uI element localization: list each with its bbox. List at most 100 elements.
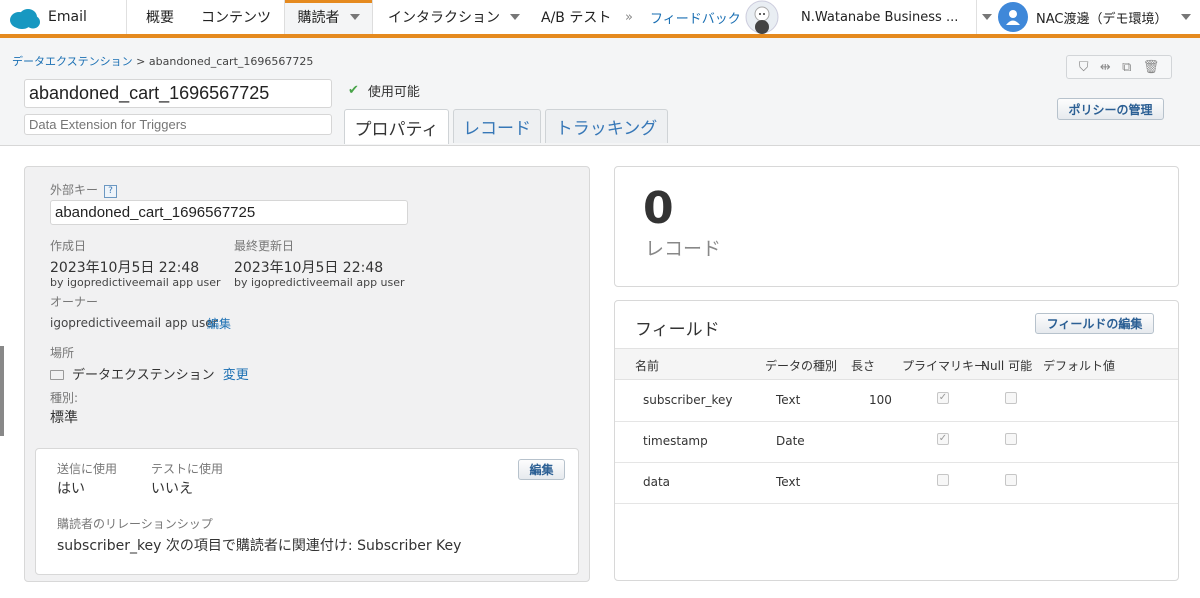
- business-unit-selector[interactable]: N.Watanabe Business ...: [801, 0, 993, 34]
- testable-value: いいえ: [151, 481, 193, 497]
- column-header-default[interactable]: デフォルト値: [1043, 357, 1115, 374]
- usage-edit-button[interactable]: 編集: [518, 459, 565, 480]
- type-label: 種別:: [50, 391, 79, 405]
- salesforce-logo-icon[interactable]: [8, 8, 41, 30]
- user-name: NAC渡邊（デモ環境）: [1036, 11, 1168, 27]
- relationship-value: subscriber_key 次の項目で購読者に関連付け: Subscriber…: [57, 538, 462, 554]
- external-key-input[interactable]: [50, 200, 408, 225]
- breadcrumb-separator: >: [136, 55, 149, 68]
- location-label: 場所: [50, 346, 75, 360]
- tab-tracking[interactable]: トラッキング: [545, 109, 668, 143]
- owner-edit-link[interactable]: 編集: [207, 315, 231, 332]
- nav-interactions[interactable]: インタラクション: [388, 0, 520, 34]
- testable-label: テストに使用: [151, 462, 224, 476]
- field-type: Text: [776, 393, 801, 407]
- breadcrumb: データエクステンション > abandoned_cart_1696567725: [12, 53, 313, 69]
- nav-overview[interactable]: 概要: [146, 0, 174, 34]
- external-key-label: 外部キー?: [50, 181, 118, 198]
- chevron-down-icon: [349, 14, 360, 20]
- sendable-value: はい: [57, 481, 85, 497]
- status-indicator: ✔ 使用可能: [348, 81, 420, 100]
- chevron-down-icon: [510, 14, 520, 20]
- fields-title: フィールド: [635, 320, 720, 340]
- nullable-checkbox[interactable]: [1005, 433, 1017, 445]
- manage-policy-button[interactable]: ポリシーの管理: [1057, 98, 1164, 120]
- toolbar: ⛉ ⇹ ⧉ 🗑: [1066, 55, 1172, 79]
- breadcrumb-current: abandoned_cart_1696567725: [148, 55, 314, 68]
- einstein-avatar-icon: [745, 0, 779, 34]
- external-key-label-text: 外部キー: [50, 183, 99, 197]
- created-label: 作成日: [50, 239, 87, 253]
- nav-subscribers-label: 購読者: [297, 10, 340, 26]
- nav-content[interactable]: コンテンツ: [201, 0, 271, 34]
- modified-value: 2023年10月5日 22:48: [234, 260, 384, 276]
- usage-card: 送信に使用 はい テストに使用 いいえ 編集 購読者のリレーションシップ sub…: [35, 448, 579, 575]
- description-input[interactable]: [24, 114, 332, 135]
- table-row[interactable]: subscriber_key Text 100 ✓: [615, 381, 1178, 422]
- top-navigation: Email 概要 コンテンツ 購読者 インタラクション A/B テスト » フィ…: [0, 0, 1200, 38]
- field-type: Date: [776, 434, 805, 448]
- column-header-length[interactable]: 長さ: [851, 357, 875, 374]
- check-icon: ✔: [348, 83, 359, 98]
- nav-interactions-label: インタラクション: [388, 10, 500, 26]
- fields-panel: フィールド フィールドの編集 名前 データの種別 長さ プライマリキー Null…: [614, 300, 1179, 581]
- column-header-primary[interactable]: プライマリキー: [902, 357, 986, 374]
- fields-table-header: 名前 データの種別 長さ プライマリキー Null 可能 デフォルト値: [615, 348, 1178, 380]
- column-header-type[interactable]: データの種別: [765, 357, 837, 374]
- app-name[interactable]: Email: [48, 0, 87, 34]
- edit-fields-button[interactable]: フィールドの編集: [1035, 313, 1154, 334]
- field-name: timestamp: [643, 434, 708, 448]
- copy-icon[interactable]: ⧉: [1122, 60, 1131, 75]
- nullable-checkbox[interactable]: [1005, 474, 1017, 486]
- table-row[interactable]: timestamp Date ✓: [615, 422, 1178, 463]
- user-avatar-icon: [998, 2, 1028, 32]
- nav-subscribers[interactable]: 購読者: [284, 0, 373, 34]
- location-value: データエクステンション: [72, 368, 215, 383]
- field-length: 100: [869, 393, 892, 407]
- primary-key-checkbox[interactable]: ✓: [937, 392, 949, 404]
- data-extension-name-input[interactable]: [24, 79, 332, 108]
- created-by: by igopredictiveemail app user: [50, 276, 221, 289]
- created-value: 2023年10月5日 22:48: [50, 260, 200, 276]
- owner-label: オーナー: [50, 295, 99, 309]
- scrollbar[interactable]: [0, 346, 4, 436]
- user-menu[interactable]: NAC渡邊（デモ環境）: [998, 0, 1192, 34]
- field-type: Text: [776, 475, 801, 489]
- tab-properties[interactable]: プロパティ: [344, 109, 449, 144]
- type-value: 標準: [50, 410, 78, 426]
- tab-records[interactable]: レコード: [453, 109, 541, 143]
- properties-panel: 外部キー? 作成日 2023年10月5日 22:48 by igopredict…: [24, 166, 590, 582]
- double-chevron-icon: »: [625, 9, 633, 25]
- properties-content: 外部キー? 作成日 2023年10月5日 22:48 by igopredict…: [0, 145, 1200, 598]
- record-count-panel: 0 レコード: [614, 166, 1179, 287]
- business-unit-label: N.Watanabe Business ...: [801, 9, 959, 25]
- primary-key-checkbox[interactable]: [937, 474, 949, 486]
- status-text: 使用可能: [367, 85, 420, 100]
- location-row: データエクステンション 変更: [50, 364, 249, 383]
- nav-feedback[interactable]: フィードバック: [650, 0, 741, 34]
- filter-icon[interactable]: ⛉: [1079, 60, 1089, 75]
- trash-icon[interactable]: 🗑: [1143, 60, 1160, 75]
- primary-key-checkbox[interactable]: ✓: [937, 433, 949, 445]
- nullable-checkbox[interactable]: [1005, 392, 1017, 404]
- move-icon[interactable]: ⇹: [1100, 60, 1111, 75]
- owner-value: igopredictiveemail app user: [50, 316, 218, 330]
- sendable-label: 送信に使用: [57, 462, 118, 476]
- chevron-down-icon: [1181, 14, 1192, 20]
- column-header-nullable[interactable]: Null 可能: [981, 357, 1032, 374]
- field-name: data: [643, 475, 671, 489]
- folder-icon: [50, 370, 64, 380]
- relationship-label: 購読者のリレーションシップ: [57, 517, 213, 531]
- field-name: subscriber_key: [643, 393, 733, 407]
- column-header-name[interactable]: 名前: [635, 357, 659, 374]
- record-count-label: レコード: [645, 238, 722, 260]
- nav-ab-test[interactable]: A/B テスト: [541, 0, 611, 34]
- table-row[interactable]: data Text: [615, 463, 1178, 504]
- breadcrumb-parent-link[interactable]: データエクステンション: [12, 55, 133, 68]
- record-count: 0: [643, 183, 674, 234]
- location-change-link[interactable]: 変更: [223, 368, 249, 383]
- modified-label: 最終更新日: [234, 239, 295, 253]
- modified-by: by igopredictiveemail app user: [234, 276, 405, 289]
- help-icon[interactable]: ?: [104, 185, 118, 198]
- chevron-down-icon: [982, 14, 993, 20]
